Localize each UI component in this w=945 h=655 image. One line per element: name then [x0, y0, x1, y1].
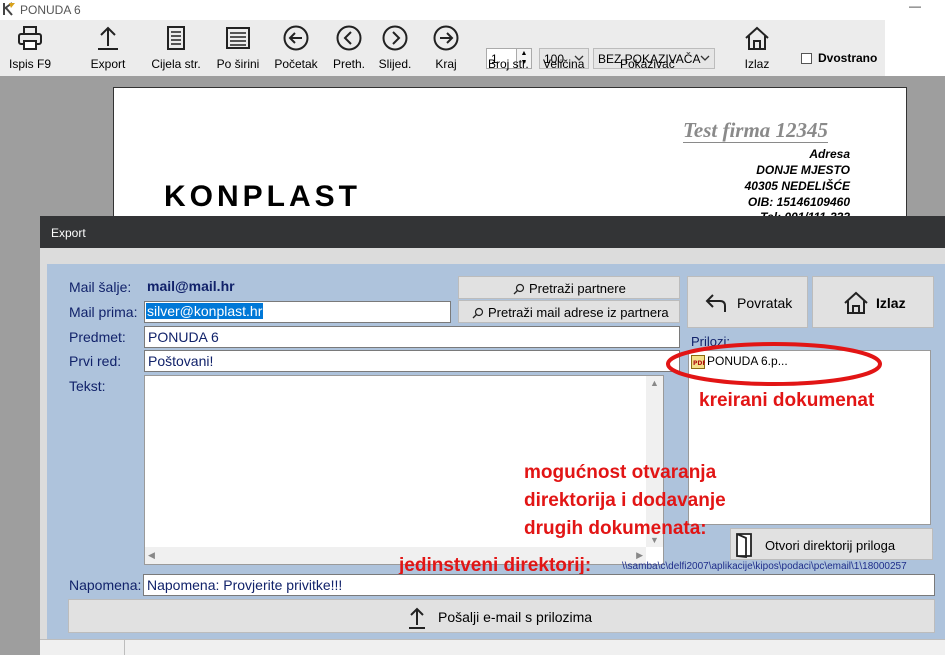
- firm-name: Test firma 12345: [683, 118, 829, 143]
- subject-label: Predmet:: [69, 329, 126, 345]
- toolbar-extension: [885, 20, 945, 76]
- upload-arrow-icon: [409, 607, 425, 629]
- upload-arrow-icon: [98, 26, 118, 50]
- last-page-label: Kraj: [435, 57, 457, 71]
- annotation-line-2: direktorija i dodavanje: [524, 490, 726, 511]
- export-dialog: Export Mail šalje: mail@mail.hr Mail pri…: [40, 216, 945, 655]
- search-icon: [472, 307, 484, 319]
- report-toolbar: Ispis F9 Export Cijela str. Po širini Po…: [0, 20, 885, 76]
- note-input[interactable]: Napomena: Provjerite privitke!!!: [143, 574, 935, 596]
- printer-icon: [18, 26, 42, 50]
- first-line-label: Prvi red:: [69, 353, 122, 369]
- search-mail-label: Pretraži mail adrese iz partnera: [488, 305, 669, 320]
- print-button[interactable]: Ispis F9: [0, 20, 60, 76]
- export-dialog-title-bar: Export: [40, 216, 945, 248]
- dialog-exit-button[interactable]: Izlaz: [812, 276, 934, 328]
- chevron-right-circle-icon: [382, 25, 408, 51]
- first-page-button[interactable]: Početak: [268, 20, 324, 76]
- dialog-exit-label: Izlaz: [876, 295, 906, 311]
- send-email-label: Pošalji e-mail s prilozima: [438, 609, 593, 625]
- to-input[interactable]: silver@konplast.hr: [144, 301, 451, 323]
- export-form: Mail šalje: mail@mail.hr Mail prima: sil…: [47, 264, 945, 639]
- text-label: Tekst:: [69, 378, 106, 394]
- app-title: PONUDA 6: [20, 3, 81, 17]
- exit-button[interactable]: Izlaz: [734, 20, 780, 76]
- company-logo-text: KONPLAST: [164, 180, 361, 213]
- chevron-down-icon: [700, 55, 710, 61]
- whole-page-label: Cijela str.: [151, 57, 201, 71]
- search-partners-label: Pretraži partnere: [529, 281, 626, 296]
- note-value: Napomena: Provjerite privitke!!!: [147, 577, 343, 593]
- annotation-line-3: drugih dokumenata:: [524, 518, 707, 539]
- size-label: Veličina: [543, 57, 585, 71]
- subject-input[interactable]: PONUDA 6: [144, 326, 680, 348]
- scroll-left-icon[interactable]: ◀: [148, 550, 155, 561]
- subject-value: PONUDA 6: [148, 329, 219, 345]
- note-label: Napomena:: [69, 577, 142, 593]
- page-width-icon: [226, 27, 250, 49]
- first-line-value: Poštovani!: [148, 353, 214, 369]
- minimize-button[interactable]: —: [905, 0, 925, 18]
- previous-page-label: Preth.: [332, 57, 365, 71]
- whole-page-icon: [167, 26, 185, 50]
- scroll-right-icon[interactable]: ▶: [636, 550, 643, 561]
- open-directory-button[interactable]: Otvori direktorij priloga: [730, 528, 933, 560]
- search-icon: [513, 283, 525, 295]
- duplex-label: Dvostrano: [818, 51, 878, 65]
- scroll-up-icon[interactable]: ▲: [650, 378, 659, 388]
- back-label: Povratak: [737, 295, 793, 311]
- open-door-icon: [736, 533, 752, 558]
- home-icon: [844, 291, 868, 314]
- export-dialog-title: Export: [51, 226, 86, 240]
- address-oib: OIB: 15146109460: [747, 195, 850, 209]
- first-line-input[interactable]: Poštovani!: [144, 350, 680, 372]
- highlight-ellipse-annotation: [666, 342, 882, 386]
- export-label: Export: [90, 57, 126, 71]
- status-segment: [40, 640, 125, 655]
- app-logo-icon: [3, 2, 15, 16]
- previous-page-button[interactable]: Preth.: [326, 20, 372, 76]
- from-value: mail@mail.hr: [147, 278, 235, 294]
- annotation-line-1: mogućnost otvaranja: [524, 462, 717, 483]
- export-button[interactable]: Export: [80, 20, 136, 76]
- search-mail-button[interactable]: Pretraži mail adrese iz partnera: [458, 300, 680, 323]
- chevron-left-circle-icon: [336, 25, 362, 51]
- address-zip: 40305 NEDELIŠĆE: [744, 179, 850, 193]
- back-button[interactable]: Povratak: [687, 276, 808, 328]
- from-label: Mail šalje:: [69, 279, 132, 295]
- address-label: Adresa: [809, 147, 850, 161]
- page-width-label: Po širini: [216, 57, 260, 71]
- open-directory-label: Otvori direktorij priloga: [765, 538, 896, 553]
- duplex-checkbox[interactable]: [801, 53, 812, 64]
- exit-label: Izlaz: [744, 57, 770, 71]
- print-label: Ispis F9: [8, 57, 51, 71]
- title-bar: PONUDA 6 —: [0, 0, 945, 20]
- arrow-left-circle-icon: [283, 25, 309, 51]
- created-document-annotation: kreirani dokumenat: [699, 390, 875, 411]
- report-page-preview: Test firma 12345 Adresa DONJE MJESTO 403…: [113, 87, 907, 217]
- page-number-label: Broj str.: [488, 57, 529, 71]
- to-label: Mail prima:: [69, 304, 138, 320]
- next-page-label: Slijed.: [378, 57, 412, 71]
- back-arrow-icon: [705, 294, 726, 312]
- whole-page-button[interactable]: Cijela str.: [145, 20, 207, 76]
- directory-path: \\samba\c\delfi2007\aplikacije\kipos\pod…: [622, 561, 907, 572]
- last-page-button[interactable]: Kraj: [424, 20, 468, 76]
- status-bar: [40, 639, 945, 655]
- home-icon: [745, 26, 769, 50]
- search-partners-button[interactable]: Pretraži partnere: [458, 276, 680, 299]
- address-city: DONJE MJESTO: [756, 163, 850, 177]
- next-page-button[interactable]: Slijed.: [372, 20, 418, 76]
- pointer-label: Pokazivač: [620, 57, 675, 71]
- page-width-button[interactable]: Po širini: [210, 20, 266, 76]
- send-email-button[interactable]: Pošalji e-mail s prilozima: [68, 599, 935, 633]
- first-page-label: Početak: [274, 57, 318, 71]
- to-value: silver@konplast.hr: [146, 303, 264, 319]
- arrow-right-circle-icon: [433, 25, 459, 51]
